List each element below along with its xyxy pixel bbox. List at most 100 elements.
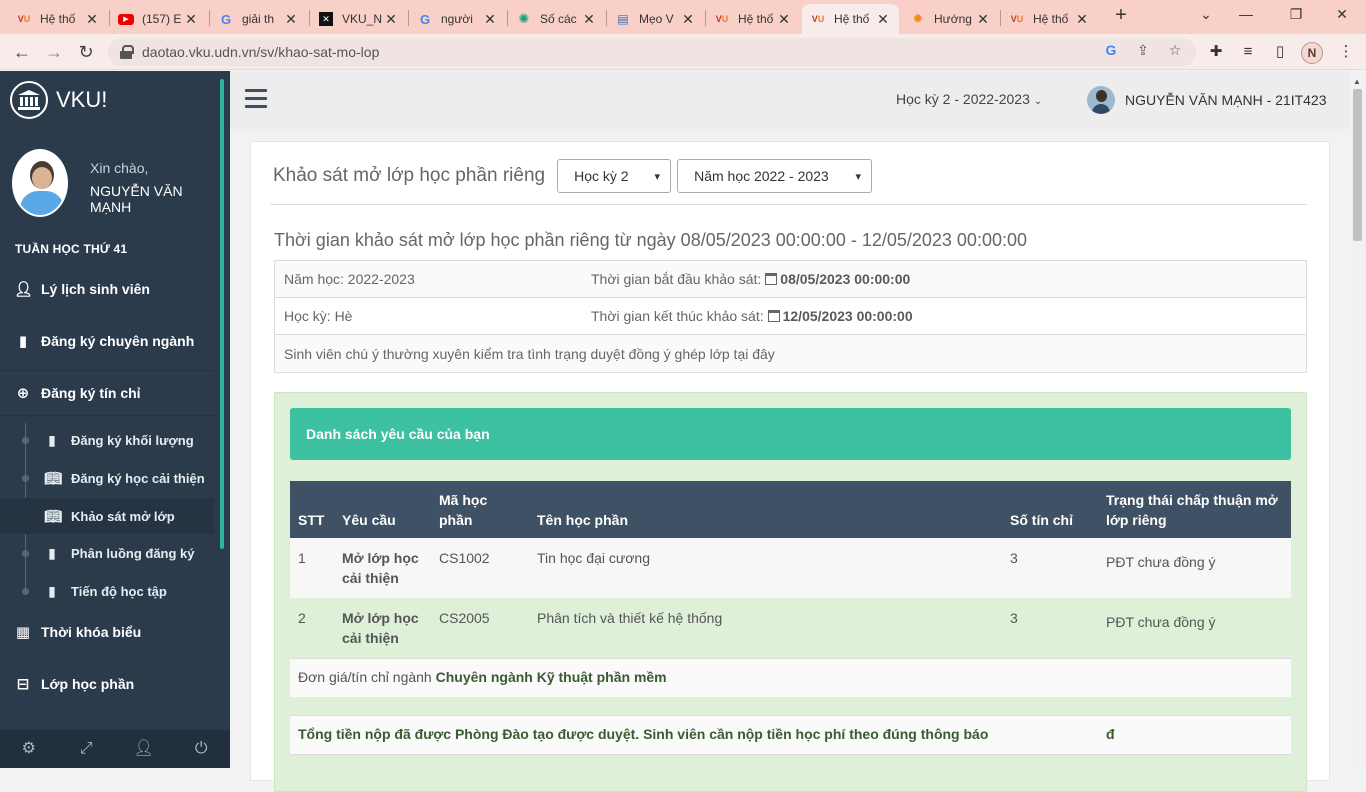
- close-icon[interactable]: ✕: [383, 11, 399, 28]
- browser-tab[interactable]: ✺ Số các ✕: [508, 4, 605, 34]
- sidebar-sub-survey[interactable]: 📖︎ Khảo sát mở lớp: [0, 498, 214, 534]
- close-icon[interactable]: ✕: [1074, 11, 1090, 28]
- tab-title: giải th: [242, 12, 275, 26]
- calendar-icon: ▦: [15, 624, 31, 641]
- close-icon[interactable]: ✕: [680, 11, 696, 28]
- table-row: 2 Mở lớp học cải thiện CS2005 Phân tích …: [290, 598, 1291, 659]
- openai-icon: ✺: [518, 11, 530, 26]
- semester-select[interactable]: Học kỳ 2 ▾: [557, 159, 672, 193]
- calendar-icon: [765, 273, 778, 285]
- chevron-down-icon: ▾: [654, 170, 661, 183]
- reload-button[interactable]: ↻: [74, 40, 98, 64]
- university-logo-icon: [10, 81, 48, 119]
- browser-tab[interactable]: V U Hệ thố ✕: [706, 4, 800, 34]
- sidebar-item-profile[interactable]: 👤︎ Lý lịch sinh viên: [0, 269, 214, 309]
- info-row: Sinh viên chú ý thường xuyên kiểm tra tì…: [275, 335, 1306, 372]
- profile-avatar[interactable]: N: [1301, 42, 1323, 64]
- sidebar-item-timetable[interactable]: ▦ Thời khóa biểu: [0, 612, 214, 652]
- panel-header: Khảo sát mở lớp học phần riêng Học kỳ 2 …: [273, 158, 873, 194]
- close-icon[interactable]: ✕: [482, 11, 498, 28]
- browser-tab[interactable]: ▤ Mẹo V ✕: [607, 4, 704, 34]
- browser-tab[interactable]: V U Hệ thố ✕: [802, 4, 899, 34]
- close-icon[interactable]: ✕: [84, 11, 100, 28]
- user-avatar: [12, 149, 68, 217]
- chevron-down-icon: ⌄: [1033, 96, 1043, 107]
- bookmark-icon: ▮: [48, 544, 56, 561]
- share-icon[interactable]: ⇪: [1133, 40, 1153, 60]
- price-row: Đơn giá/tín chỉ ngành Chuyên ngành Kỹ th…: [290, 658, 1291, 697]
- page-scrollbar[interactable]: ▲: [1350, 71, 1366, 768]
- sidebar-sub-improvement[interactable]: 📖︎ Đăng ký học cải thiện: [0, 460, 214, 496]
- info-row: Học kỳ: Hè Thời gian kết thúc khảo sát: …: [275, 298, 1306, 335]
- tab-search-icon[interactable]: ⌄: [1186, 4, 1226, 30]
- browser-menu-icon[interactable]: ⋮: [1336, 42, 1356, 62]
- chevron-down-icon: ▾: [855, 170, 862, 183]
- user-profile-icon[interactable]: 👤︎: [115, 730, 173, 768]
- sidebar-sub-streaming[interactable]: ▮ Phân luồng đăng ký: [0, 535, 214, 571]
- bookmark-star-icon[interactable]: ☆: [1165, 40, 1185, 60]
- tab-title: Hướng: [934, 12, 972, 26]
- sidebar-footer: ⚙ ⤢ 👤︎ ⏻: [0, 730, 230, 768]
- vku-icon: VU: [715, 14, 729, 24]
- brand[interactable]: VKU!: [10, 81, 107, 119]
- status-badge: PĐT chưa đồng ý: [1098, 538, 1291, 598]
- user-menu[interactable]: NGUYỄN VĂN MẠNH - 21IT423: [1087, 86, 1327, 114]
- bookmark-icon: ▮: [48, 431, 56, 448]
- sidebar: VKU! Xin chào, NGUYỄN VĂN MẠNH TUẦN HỌC …: [0, 71, 230, 768]
- tab-title: Số các: [540, 12, 577, 26]
- close-icon[interactable]: ✕: [183, 11, 199, 28]
- close-icon[interactable]: ✕: [875, 11, 891, 28]
- youtube-icon: ▶: [118, 11, 134, 27]
- year-select[interactable]: Năm học 2022 - 2023 ▾: [677, 159, 873, 193]
- browser-tab[interactable]: V U Hệ thố ✕: [8, 4, 108, 34]
- survey-panel: Khảo sát mở lớp học phần riêng Học kỳ 2 …: [250, 141, 1330, 792]
- bookmark-icon: ▮: [18, 333, 28, 350]
- back-button[interactable]: ←: [10, 40, 34, 64]
- brand-name: VKU!: [56, 87, 108, 112]
- table-row: 1 Mở lớp học cải thiện CS1002 Tin học đạ…: [290, 538, 1291, 598]
- scrollbar-thumb[interactable]: [1353, 89, 1362, 241]
- page-title: Khảo sát mở lớp học phần riêng: [273, 165, 546, 186]
- google-lens-icon[interactable]: G: [1101, 40, 1121, 60]
- browser-tab[interactable]: Ggiải th ✕: [210, 4, 307, 34]
- media-control-icon[interactable]: ≡: [1238, 42, 1258, 62]
- close-icon[interactable]: ✕: [776, 11, 792, 28]
- greeting: Xin chào,: [90, 160, 149, 176]
- minimize-button[interactable]: —: [1226, 4, 1266, 30]
- close-icon[interactable]: ✕: [975, 11, 991, 28]
- address-bar[interactable]: daotao.vku.udn.vn/sv/khao-sat-mo-lop: [108, 38, 1196, 66]
- browser-tab[interactable]: ✕ VKU_N ✕: [310, 4, 407, 34]
- forward-button[interactable]: →: [42, 40, 66, 64]
- close-icon[interactable]: ✕: [283, 11, 299, 28]
- browser-tab[interactable]: V U Hệ thố ✕: [1001, 4, 1098, 34]
- browser-tab[interactable]: Gngười ✕: [409, 4, 506, 34]
- info-row: Năm học: 2022-2023 Thời gian bắt đầu khả…: [275, 261, 1306, 298]
- new-tab-button[interactable]: +: [1109, 4, 1133, 30]
- sidebar-scrollbar[interactable]: [220, 79, 224, 549]
- sidebar-item-major[interactable]: ▮ Đăng ký chuyên ngành: [0, 321, 214, 361]
- tab-title: VKU_N: [342, 12, 383, 26]
- sidebar-sub-volume[interactable]: ▮ Đăng ký khối lượng: [0, 422, 214, 458]
- user-icon: 👤︎: [14, 281, 34, 298]
- semester-dropdown[interactable]: Học kỳ 2 - 2022-2023 ⌄: [896, 91, 1042, 107]
- browser-tab[interactable]: ▶ (157) E ✕: [110, 4, 207, 34]
- plus-circle-icon: ⊕: [16, 385, 30, 402]
- app-icon: ✕: [318, 11, 334, 27]
- sidebar-sub-progress[interactable]: ▮ Tiến độ học tập: [0, 573, 214, 609]
- browser-toolbar: ← → ↻ daotao.vku.udn.vn/sv/khao-sat-mo-l…: [0, 34, 1366, 70]
- close-window-button[interactable]: ✕: [1322, 4, 1362, 30]
- request-list-box: Danh sách yêu cầu của bạn STT Yêu cầu Mã…: [274, 392, 1307, 792]
- google-icon: G: [419, 11, 431, 27]
- power-icon[interactable]: ⏻: [173, 730, 231, 768]
- settings-gear-icon[interactable]: ⚙: [0, 730, 58, 768]
- side-panel-icon[interactable]: ▯: [1270, 42, 1290, 62]
- extensions-icon[interactable]: ✚: [1206, 42, 1226, 62]
- sidebar-item-classes[interactable]: ⊟ Lớp học phần: [0, 664, 214, 704]
- fullscreen-icon[interactable]: ⤢: [58, 730, 116, 768]
- browser-tab[interactable]: ✹ Hướng ✕: [902, 4, 999, 34]
- sidebar-item-credit-registration[interactable]: ⊕ Đăng ký tín chỉ: [0, 373, 214, 413]
- maximize-button[interactable]: ❐: [1276, 4, 1316, 30]
- url-text: daotao.vku.udn.vn/sv/khao-sat-mo-lop: [142, 44, 380, 60]
- close-icon[interactable]: ✕: [581, 11, 597, 28]
- hamburger-menu-icon[interactable]: [245, 89, 267, 109]
